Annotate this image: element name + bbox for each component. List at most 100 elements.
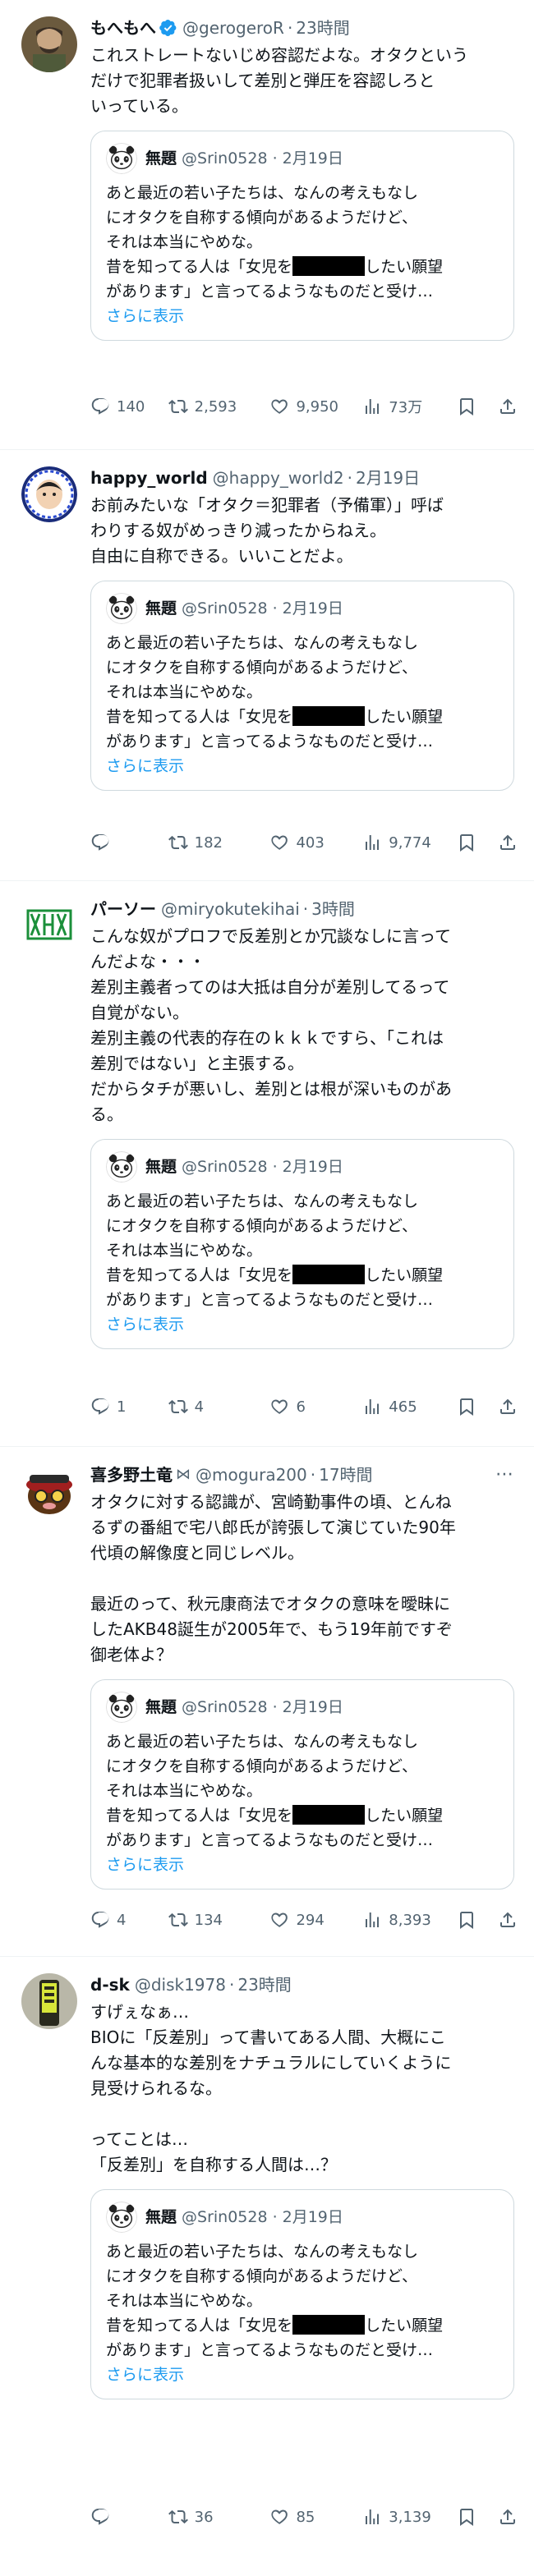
share-icon[interactable] xyxy=(498,833,518,852)
author-handle[interactable]: @disk1978 xyxy=(135,1973,226,1996)
quote-avatar xyxy=(106,1692,137,1723)
quote-text-line: にオタクを自称する傾向があるようだけど、 xyxy=(106,209,418,227)
post-time[interactable]: 23時間 xyxy=(237,1973,291,1996)
quote-avatar xyxy=(106,1151,137,1182)
avatar[interactable] xyxy=(21,466,77,522)
retweet-button[interactable]: 134 xyxy=(168,1910,270,1930)
retweet-icon xyxy=(168,1910,188,1930)
post[interactable]: パーソー @miryokutekihai · 3時間 こんな奴がプロフで反差別と… xyxy=(0,881,534,1446)
redaction-bar xyxy=(292,1265,366,1284)
quote-text-line: にオタクを自称する傾向があるようだけど、 xyxy=(106,659,418,677)
like-button[interactable]: 294 xyxy=(269,1910,362,1930)
bookmark-icon[interactable] xyxy=(457,1397,476,1417)
quoted-post[interactable]: 無題 @Srin0528 · 2月19日 あと最近の若い子たちは、なんの考えもな… xyxy=(90,1679,514,1890)
bookmark-icon[interactable] xyxy=(457,397,476,416)
author-handle[interactable]: @miryokutekihai xyxy=(161,898,300,921)
author-name[interactable]: happy_world xyxy=(90,466,208,489)
quote-text-line: にオタクを自称する傾向があるようだけど、 xyxy=(106,1757,418,1775)
more-icon[interactable]: ⋯ xyxy=(495,1463,514,1486)
author-name[interactable]: 喜多野土竜 xyxy=(90,1463,173,1486)
reply-icon xyxy=(90,397,110,416)
quote-text-line: あと最近の若い子たちは、なんの考えもなし xyxy=(106,1192,419,1210)
like-button[interactable]: 9,950 xyxy=(269,397,362,416)
views-button[interactable]: 73万 xyxy=(362,396,457,417)
views-count: 465 xyxy=(389,1398,417,1416)
quoted-post[interactable]: 無題 @Srin0528 · 2月19日 あと最近の若い子たちは、なんの考えもな… xyxy=(90,581,514,791)
quote-author-name: 無題 xyxy=(145,149,177,168)
quote-text-line: 昔を知ってる人は「女児を したい願望 xyxy=(106,2315,444,2335)
like-count: 6 xyxy=(296,1398,306,1416)
quote-time: 2月19日 xyxy=(282,2208,343,2226)
share-icon[interactable] xyxy=(498,397,518,416)
author-name[interactable]: パーソー xyxy=(90,898,156,921)
reply-button[interactable]: 4 xyxy=(90,1910,168,1930)
retweet-button[interactable]: 2,593 xyxy=(168,397,270,416)
show-more-link[interactable]: さらに表示 xyxy=(106,2362,499,2387)
reply-button[interactable] xyxy=(90,2507,168,2527)
reply-button[interactable]: 1 xyxy=(90,1397,168,1417)
retweet-button[interactable]: 182 xyxy=(168,833,270,852)
avatar[interactable] xyxy=(21,1973,77,2029)
bookmark-icon[interactable] xyxy=(457,833,476,852)
show-more-link[interactable]: さらに表示 xyxy=(106,1853,499,1877)
avatar[interactable] xyxy=(21,1463,77,1519)
post[interactable]: もへもへ @gerogeroR · 23時間 これストレートないじめ容認だよな。… xyxy=(0,0,534,449)
bookmark-icon[interactable] xyxy=(457,2507,476,2527)
views-button[interactable]: 8,393 xyxy=(362,1910,457,1930)
views-button[interactable]: 9,774 xyxy=(362,833,457,852)
reply-icon xyxy=(90,1910,110,1930)
show-more-link[interactable]: さらに表示 xyxy=(106,754,499,778)
retweet-count: 182 xyxy=(194,833,223,852)
avatar[interactable] xyxy=(21,16,77,72)
post-time[interactable]: 3時間 xyxy=(311,898,355,921)
reply-count: 4 xyxy=(117,1911,127,1929)
post-text: オタクに対する認識が、宮崎勤事件の頃、とんね るずの番組で宅八郎氏が誇張して演じ… xyxy=(90,1492,456,1665)
post[interactable]: 喜多野土竜 ⋈ @mogura200 · 17時間 ⋯ オタクに対する認識が、宮… xyxy=(0,1447,534,1956)
like-button[interactable]: 6 xyxy=(269,1397,362,1417)
retweet-count: 2,593 xyxy=(194,397,237,416)
post-text: これストレートないじめ容認だよな。オタクという だけで犯罪者扱いして差別と弾圧を… xyxy=(90,45,468,116)
reply-button[interactable] xyxy=(90,833,168,852)
post[interactable]: happy_world @happy_world2 · 2月19日 お前みたいな… xyxy=(0,450,534,880)
quote-time: 2月19日 xyxy=(282,1698,343,1716)
like-button[interactable]: 403 xyxy=(269,833,362,852)
author-name[interactable]: d-sk xyxy=(90,1973,130,1996)
quote-text-line: にオタクを自称する傾向があるようだけど、 xyxy=(106,2267,418,2285)
reply-button[interactable]: 140 xyxy=(90,397,168,416)
retweet-button[interactable]: 4 xyxy=(168,1397,270,1417)
quoted-post[interactable]: 無題 @Srin0528 · 2月19日 あと最近の若い子たちは、なんの考えもな… xyxy=(90,2189,514,2399)
author-handle[interactable]: @mogura200 xyxy=(196,1463,307,1486)
quote-time: 2月19日 xyxy=(282,149,343,168)
views-button[interactable]: 465 xyxy=(362,1397,457,1417)
like-button[interactable]: 85 xyxy=(269,2507,362,2527)
quote-text-line: あと最近の若い子たちは、なんの考えもなし xyxy=(106,2243,419,2261)
author-name[interactable]: もへもへ xyxy=(90,16,156,39)
post-time[interactable]: 23時間 xyxy=(296,16,349,39)
author-handle[interactable]: @gerogeroR xyxy=(182,16,284,39)
quote-text-line: 昔を知ってる人は「女児を したい願望 xyxy=(106,256,444,276)
reply-count: 140 xyxy=(117,397,145,416)
views-button[interactable]: 3,139 xyxy=(362,2507,457,2527)
verified-badge-icon xyxy=(159,19,177,37)
show-more-link[interactable]: さらに表示 xyxy=(106,1312,499,1337)
share-icon[interactable] xyxy=(498,2507,518,2527)
quote-avatar xyxy=(106,593,137,624)
post[interactable]: d-sk @disk1978 · 23時間 すげぇなぁ… BIOに「反差別」って… xyxy=(0,1957,534,2576)
quoted-post[interactable]: 無題 @Srin0528 · 2月19日 あと最近の若い子たちは、なんの考えもな… xyxy=(90,131,514,341)
retweet-icon xyxy=(168,397,188,416)
author-handle[interactable]: @happy_world2 xyxy=(213,466,344,489)
retweet-icon xyxy=(168,833,188,852)
quote-text-line: 昔を知ってる人は「女児を したい願望 xyxy=(106,706,444,726)
share-icon[interactable] xyxy=(498,1910,518,1930)
post-time[interactable]: 17時間 xyxy=(319,1463,372,1486)
avatar[interactable] xyxy=(21,898,77,953)
share-icon[interactable] xyxy=(498,1397,518,1417)
redaction-bar xyxy=(292,1805,366,1825)
post-time[interactable]: 2月19日 xyxy=(356,466,420,489)
quote-author-handle: @Srin0528 xyxy=(182,599,268,618)
separator-dot: · xyxy=(228,1975,235,1995)
show-more-link[interactable]: さらに表示 xyxy=(106,304,499,328)
bookmark-icon[interactable] xyxy=(457,1910,476,1930)
quoted-post[interactable]: 無題 @Srin0528 · 2月19日 あと最近の若い子たちは、なんの考えもな… xyxy=(90,1139,514,1349)
retweet-button[interactable]: 36 xyxy=(168,2507,270,2527)
